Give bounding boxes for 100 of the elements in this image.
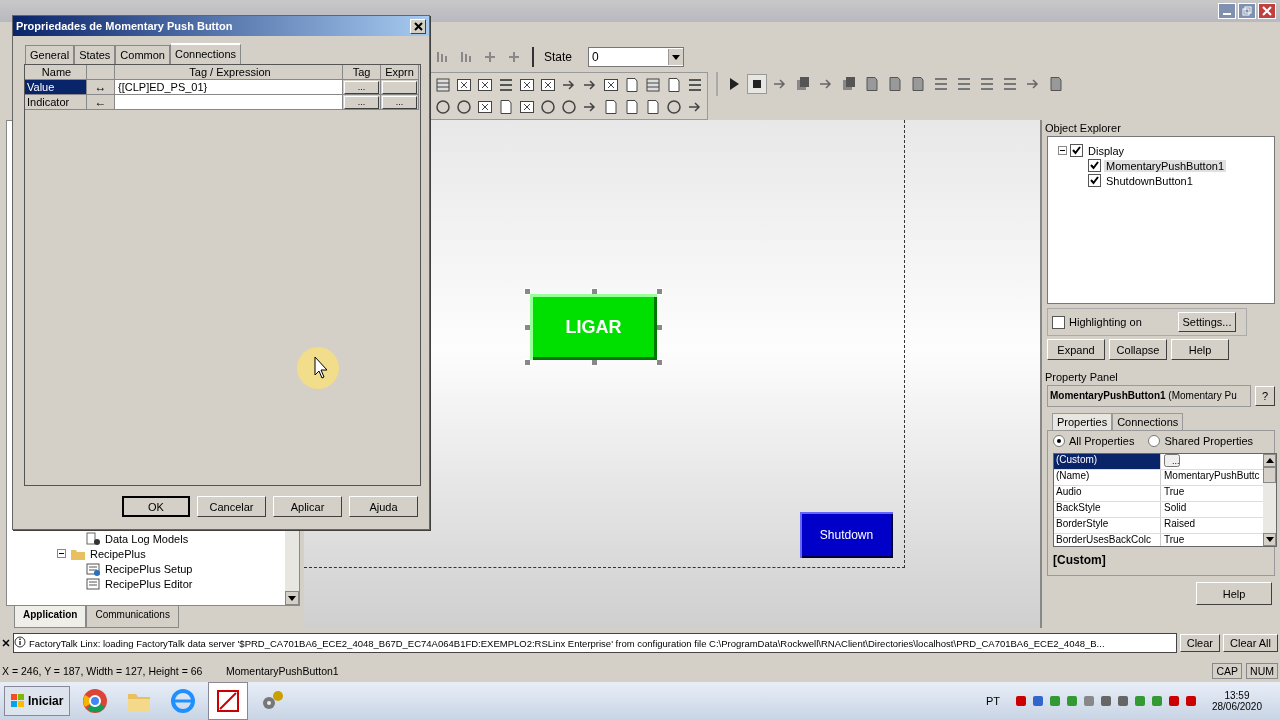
dialog-tab[interactable]: States [74,45,116,64]
circle-icon[interactable] [538,97,558,117]
tree-item[interactable]: Data Log Models [105,532,189,545]
status-indicator: NUM [1246,663,1278,680]
dialog-tab[interactable]: Common [115,45,170,64]
tray-icon[interactable] [1183,694,1198,708]
checkbox[interactable] [1070,144,1083,157]
radio-button[interactable] [1148,435,1161,447]
property-value: True [1164,534,1185,546]
collapse-icon[interactable] [57,549,66,558]
property-name: BackStyle [1054,502,1161,517]
tray-icon[interactable] [1030,694,1045,708]
document-icon [85,561,101,576]
scroll-up-icon[interactable] [1263,454,1276,467]
dialog-button[interactable]: OK [122,496,190,517]
dialog-tab[interactable]: Connections [169,43,242,64]
property-name: BorderUsesBackColc [1054,534,1161,546]
output-message: FactoryTalk Linx: loading FactoryTalk data server '$PRD_CA701BA6_ECE2_4048_B67D_EC74A064B1FD:EXEMPLO2:RSLinx Enterprise' from configuration file C:\ProgramData\Rockwell\RNAClient\Directories\localhost\PRD_CA701BA6_ECE2_4048_B... [13,633,1177,654]
push-button[interactable]: Shutdown [800,512,893,558]
property-row[interactable]: (Name) MomentaryPushButtc [1054,470,1263,486]
radio-option[interactable]: Shared Properties [1148,435,1254,447]
property-row[interactable]: (Custom) ... [1054,454,1263,470]
ellipsis-button[interactable]: ... [1164,454,1180,467]
checkbox[interactable] [1088,159,1101,172]
status-text: MomentaryPushButton1 [226,665,339,678]
panel-tab[interactable]: Application [14,606,87,629]
tray-icon[interactable] [1047,694,1062,708]
panel-tab[interactable]: Properties [1052,413,1113,430]
close-icon[interactable] [2,639,10,648]
tree-item[interactable]: RecipePlus Setup [105,562,193,575]
checkbox[interactable] [1088,174,1101,187]
scrollbar[interactable] [1263,454,1276,546]
expression-field[interactable] [115,95,343,110]
radio-option[interactable]: All Properties [1053,435,1135,447]
collapse-icon[interactable] [1058,146,1067,155]
scroll-thumb[interactable] [1263,467,1276,483]
circle-icon[interactable] [664,97,684,117]
panel-title: Object Explorer [1044,121,1122,136]
property-row[interactable]: Audio True [1054,486,1263,502]
expression-field[interactable]: {[CLP]ED_PS_01} [115,80,343,95]
app-icon[interactable] [208,682,249,720]
help-button[interactable]: ? [1255,386,1275,406]
tree-item[interactable]: RecipePlus [90,547,146,560]
property-row[interactable]: BackStyle Solid [1054,502,1263,518]
clear-button[interactable]: Clear All [1223,634,1278,653]
settings-button[interactable]: Settings... [1178,312,1236,332]
selection-handles[interactable] [524,288,663,366]
panel-button[interactable]: Collapse [1109,339,1167,360]
tray-icon[interactable] [1149,694,1164,708]
tray-icon[interactable] [1064,694,1079,708]
scroll-down-icon[interactable] [1263,533,1276,546]
circle-icon[interactable] [559,97,579,117]
dialog-tab[interactable]: General [25,45,75,64]
dialog-button[interactable]: Cancelar [197,496,266,517]
table-cell[interactable]: Value [25,80,87,95]
tray-icon[interactable] [1013,694,1028,708]
clear-button[interactable]: Clear [1179,634,1221,653]
table-cell[interactable]: Indicator [25,95,87,110]
ellipsis-button[interactable]: ... [344,80,379,94]
start-button[interactable]: Iniciar [4,686,71,716]
checkbox[interactable] [1052,315,1065,329]
restore-icon[interactable] [1238,3,1256,19]
column-header: Tag [343,65,381,80]
property-row[interactable]: BorderUsesBackColc True [1054,534,1263,546]
scroll-down-icon[interactable] [285,591,299,606]
property-value: Raised [1164,518,1196,531]
help-button[interactable]: Help [1196,582,1272,605]
stop-icon[interactable] [747,74,767,94]
panel-tab[interactable]: Communications [86,606,179,629]
clock-time: 13:59 [1224,690,1250,701]
tree-item[interactable]: RecipePlus Editor [105,577,193,590]
tree-item[interactable]: Display [1086,144,1127,157]
property-row[interactable]: BorderStyle Raised [1054,518,1263,534]
state-label: State [544,50,573,64]
panel-tab[interactable]: Connections [1112,413,1184,430]
dialog-title: Propriedades de Momentary Push Button [16,20,233,32]
panel-button[interactable]: Expand [1047,339,1105,360]
tray-icon[interactable] [1115,694,1130,708]
language-indicator[interactable]: PT [985,695,1000,707]
dialog-button[interactable]: Aplicar [273,496,342,517]
circle-icon[interactable] [433,97,453,117]
tray-icon[interactable] [1081,694,1096,708]
radio-button[interactable] [1053,435,1065,447]
panel-button[interactable]: Help [1171,339,1229,360]
ellipsis-button[interactable]: ... [344,95,379,109]
windows-logo-icon [11,694,25,708]
ellipsis-button[interactable]: ... [382,95,417,109]
tray-icon[interactable] [1098,694,1113,708]
property-name: BorderStyle [1054,518,1161,533]
circle-icon[interactable] [454,97,474,117]
minimize-icon[interactable] [1218,3,1236,19]
tray-icon[interactable] [1166,694,1181,708]
grid-icon[interactable] [643,75,663,95]
dialog-button[interactable]: Ajuda [349,496,418,517]
tree-item[interactable]: MomentaryPushButton1 [1104,159,1226,172]
grid-icon[interactable] [433,75,453,95]
tray-icon[interactable] [1132,694,1147,708]
state-dropdown[interactable]: 0 [588,47,685,67]
tree-item[interactable]: ShutdownButton1 [1104,174,1195,187]
property-value: True [1164,486,1185,499]
